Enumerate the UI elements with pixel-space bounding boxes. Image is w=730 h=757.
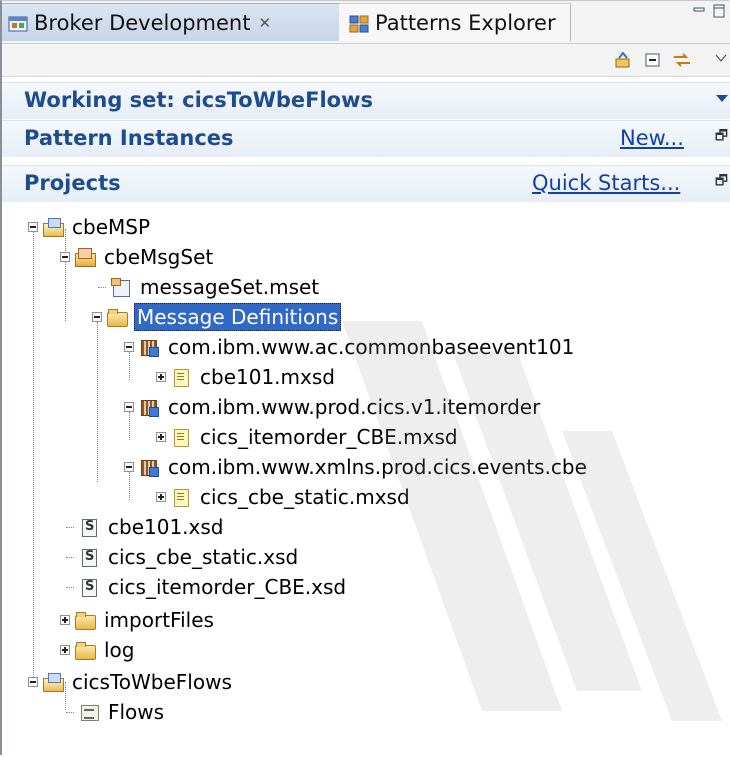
tree-item-label: Message Definitions bbox=[134, 303, 342, 331]
namespace-icon bbox=[138, 397, 160, 417]
tab-patterns-explorer[interactable]: Patterns Explorer bbox=[339, 3, 571, 41]
broker-development-icon bbox=[8, 14, 28, 32]
tree-item-label: importFiles bbox=[104, 608, 214, 632]
tree-item-xsd[interactable]: cics_cbe_static.xsd bbox=[66, 542, 300, 572]
tree-item-cicstowbeflows[interactable]: cicsToWbeFlows bbox=[28, 667, 234, 697]
patterns-explorer-icon bbox=[349, 14, 369, 32]
mxsd-file-icon bbox=[170, 367, 192, 387]
collapse-icon[interactable] bbox=[92, 312, 102, 322]
collapse-all-icon[interactable] bbox=[644, 52, 662, 68]
tree-item-namespace[interactable]: com.ibm.www.prod.cics.v1.itemorder bbox=[124, 392, 542, 422]
tree-item-label: cics_itemorder_CBE.mxsd bbox=[200, 425, 458, 449]
projects-title[interactable]: Projects bbox=[24, 171, 121, 195]
namespace-icon bbox=[138, 457, 160, 477]
tree-item-label: Flows bbox=[108, 700, 165, 724]
message-set-file-icon bbox=[110, 277, 132, 297]
tree-guide-line bbox=[33, 229, 34, 679]
collapse-icon[interactable] bbox=[60, 252, 70, 262]
tree-item-flows[interactable]: Flows bbox=[66, 697, 166, 727]
pattern-instances-title[interactable]: Pattern Instances bbox=[24, 126, 234, 150]
tree-item-mxsd[interactable]: cbe101.mxsd bbox=[156, 362, 337, 392]
link-with-editor-icon[interactable] bbox=[672, 52, 690, 68]
collapse-icon[interactable] bbox=[124, 462, 134, 472]
tree-item-label: cicsToWbeFlows bbox=[72, 670, 232, 694]
mxsd-file-icon bbox=[170, 427, 192, 447]
tree-item-label: cbe101.mxsd bbox=[200, 365, 335, 389]
tree-item-label: cbe101.xsd bbox=[108, 515, 224, 539]
message-set-project-icon bbox=[74, 247, 96, 267]
tree-guide-line bbox=[97, 322, 98, 482]
tab-broker-development[interactable]: Broker Development ✕ bbox=[2, 3, 346, 41]
view-tab-bar: Broker Development ✕ Patterns Explorer bbox=[2, 1, 730, 44]
close-tab-icon[interactable]: ✕ bbox=[258, 14, 271, 32]
flows-icon bbox=[78, 702, 100, 722]
restore-section-icon[interactable]: 🗗 bbox=[715, 125, 728, 149]
tree-item-cbemsp[interactable]: cbeMSP bbox=[28, 212, 152, 242]
xsd-file-icon bbox=[78, 547, 100, 567]
expand-icon[interactable] bbox=[60, 615, 70, 625]
minimize-icon[interactable] bbox=[692, 3, 726, 19]
tree-connector bbox=[66, 711, 74, 713]
chevron-down-icon[interactable] bbox=[716, 95, 728, 102]
folder-icon bbox=[74, 610, 96, 630]
collapse-icon[interactable] bbox=[28, 222, 38, 232]
folder-icon bbox=[74, 640, 96, 660]
tab-label: Broker Development bbox=[34, 10, 251, 35]
tree-item-namespace[interactable]: com.ibm.www.ac.commonbaseevent101 bbox=[124, 332, 576, 362]
tree-item-log[interactable]: log bbox=[60, 635, 137, 665]
expand-icon[interactable] bbox=[156, 492, 166, 502]
tree-item-label: cbeMsgSet bbox=[104, 245, 214, 269]
tree-item-importfiles[interactable]: importFiles bbox=[60, 605, 216, 635]
view-menu-icon[interactable] bbox=[715, 48, 730, 64]
tree-item-label: messageSet.mset bbox=[140, 275, 320, 299]
tree-item-namespace[interactable]: com.ibm.www.xmlns.prod.cics.events.cbe bbox=[124, 452, 589, 482]
tree-item-cbemsgset[interactable]: cbeMsgSet bbox=[60, 242, 215, 272]
pattern-instances-section: Pattern Instances New... 🗗 bbox=[2, 120, 730, 157]
new-pattern-link[interactable]: New... bbox=[620, 126, 684, 150]
tree-item-mxsd[interactable]: cics_cbe_static.mxsd bbox=[156, 482, 412, 512]
tree-item-xsd[interactable]: cics_itemorder_CBE.xsd bbox=[66, 572, 348, 602]
tree-item-label: cics_cbe_static.mxsd bbox=[200, 485, 410, 509]
projects-section: Projects Quick Starts... 🗗 bbox=[2, 165, 730, 202]
working-set-title: Working set: cicsToWbeFlows bbox=[24, 88, 374, 112]
tree-connector bbox=[66, 526, 74, 528]
tree-item-label: com.ibm.www.xmlns.prod.cics.events.cbe bbox=[168, 455, 587, 479]
tree-connector bbox=[66, 556, 74, 558]
tree-item-label: log bbox=[104, 638, 135, 662]
expand-icon[interactable] bbox=[156, 432, 166, 442]
tree-item-label: cics_cbe_static.xsd bbox=[108, 545, 299, 569]
expand-icon[interactable] bbox=[60, 645, 70, 655]
tree-connector bbox=[98, 286, 106, 288]
collapse-icon[interactable] bbox=[124, 342, 134, 352]
tree-item-label: com.ibm.www.prod.cics.v1.itemorder bbox=[168, 395, 541, 419]
quick-starts-link[interactable]: Quick Starts... bbox=[532, 171, 680, 195]
tree-item-label: cics_itemorder_CBE.xsd bbox=[108, 575, 347, 599]
tree-item-xsd[interactable]: cbe101.xsd bbox=[66, 512, 225, 542]
project-icon bbox=[42, 672, 64, 692]
view-toolbar bbox=[2, 44, 730, 77]
tree-item-messageset-mset[interactable]: messageSet.mset bbox=[98, 272, 321, 302]
mxsd-file-icon bbox=[170, 487, 192, 507]
tree-item-label: cbeMSP bbox=[72, 215, 151, 239]
collapse-icon[interactable] bbox=[124, 402, 134, 412]
project-icon bbox=[42, 217, 64, 237]
refresh-icon[interactable] bbox=[614, 51, 632, 68]
tree-item-mxsd[interactable]: cics_itemorder_CBE.mxsd bbox=[156, 422, 460, 452]
namespace-icon bbox=[138, 337, 160, 357]
tree-item-label: com.ibm.www.ac.commonbaseevent101 bbox=[168, 335, 575, 359]
collapse-icon[interactable] bbox=[28, 677, 38, 687]
expand-icon[interactable] bbox=[156, 372, 166, 382]
broker-development-view: Broker Development ✕ Patterns Explorer W… bbox=[0, 0, 730, 755]
message-definitions-folder-icon bbox=[106, 307, 128, 327]
xsd-file-icon bbox=[78, 577, 100, 597]
restore-section-icon[interactable]: 🗗 bbox=[715, 170, 728, 194]
tree-item-message-definitions[interactable]: Message Definitions bbox=[92, 302, 342, 332]
tab-label: Patterns Explorer bbox=[375, 10, 556, 35]
working-set-section[interactable]: Working set: cicsToWbeFlows bbox=[2, 82, 730, 119]
view-window-controls bbox=[692, 3, 726, 24]
tree-connector bbox=[66, 586, 74, 588]
xsd-file-icon bbox=[78, 517, 100, 537]
